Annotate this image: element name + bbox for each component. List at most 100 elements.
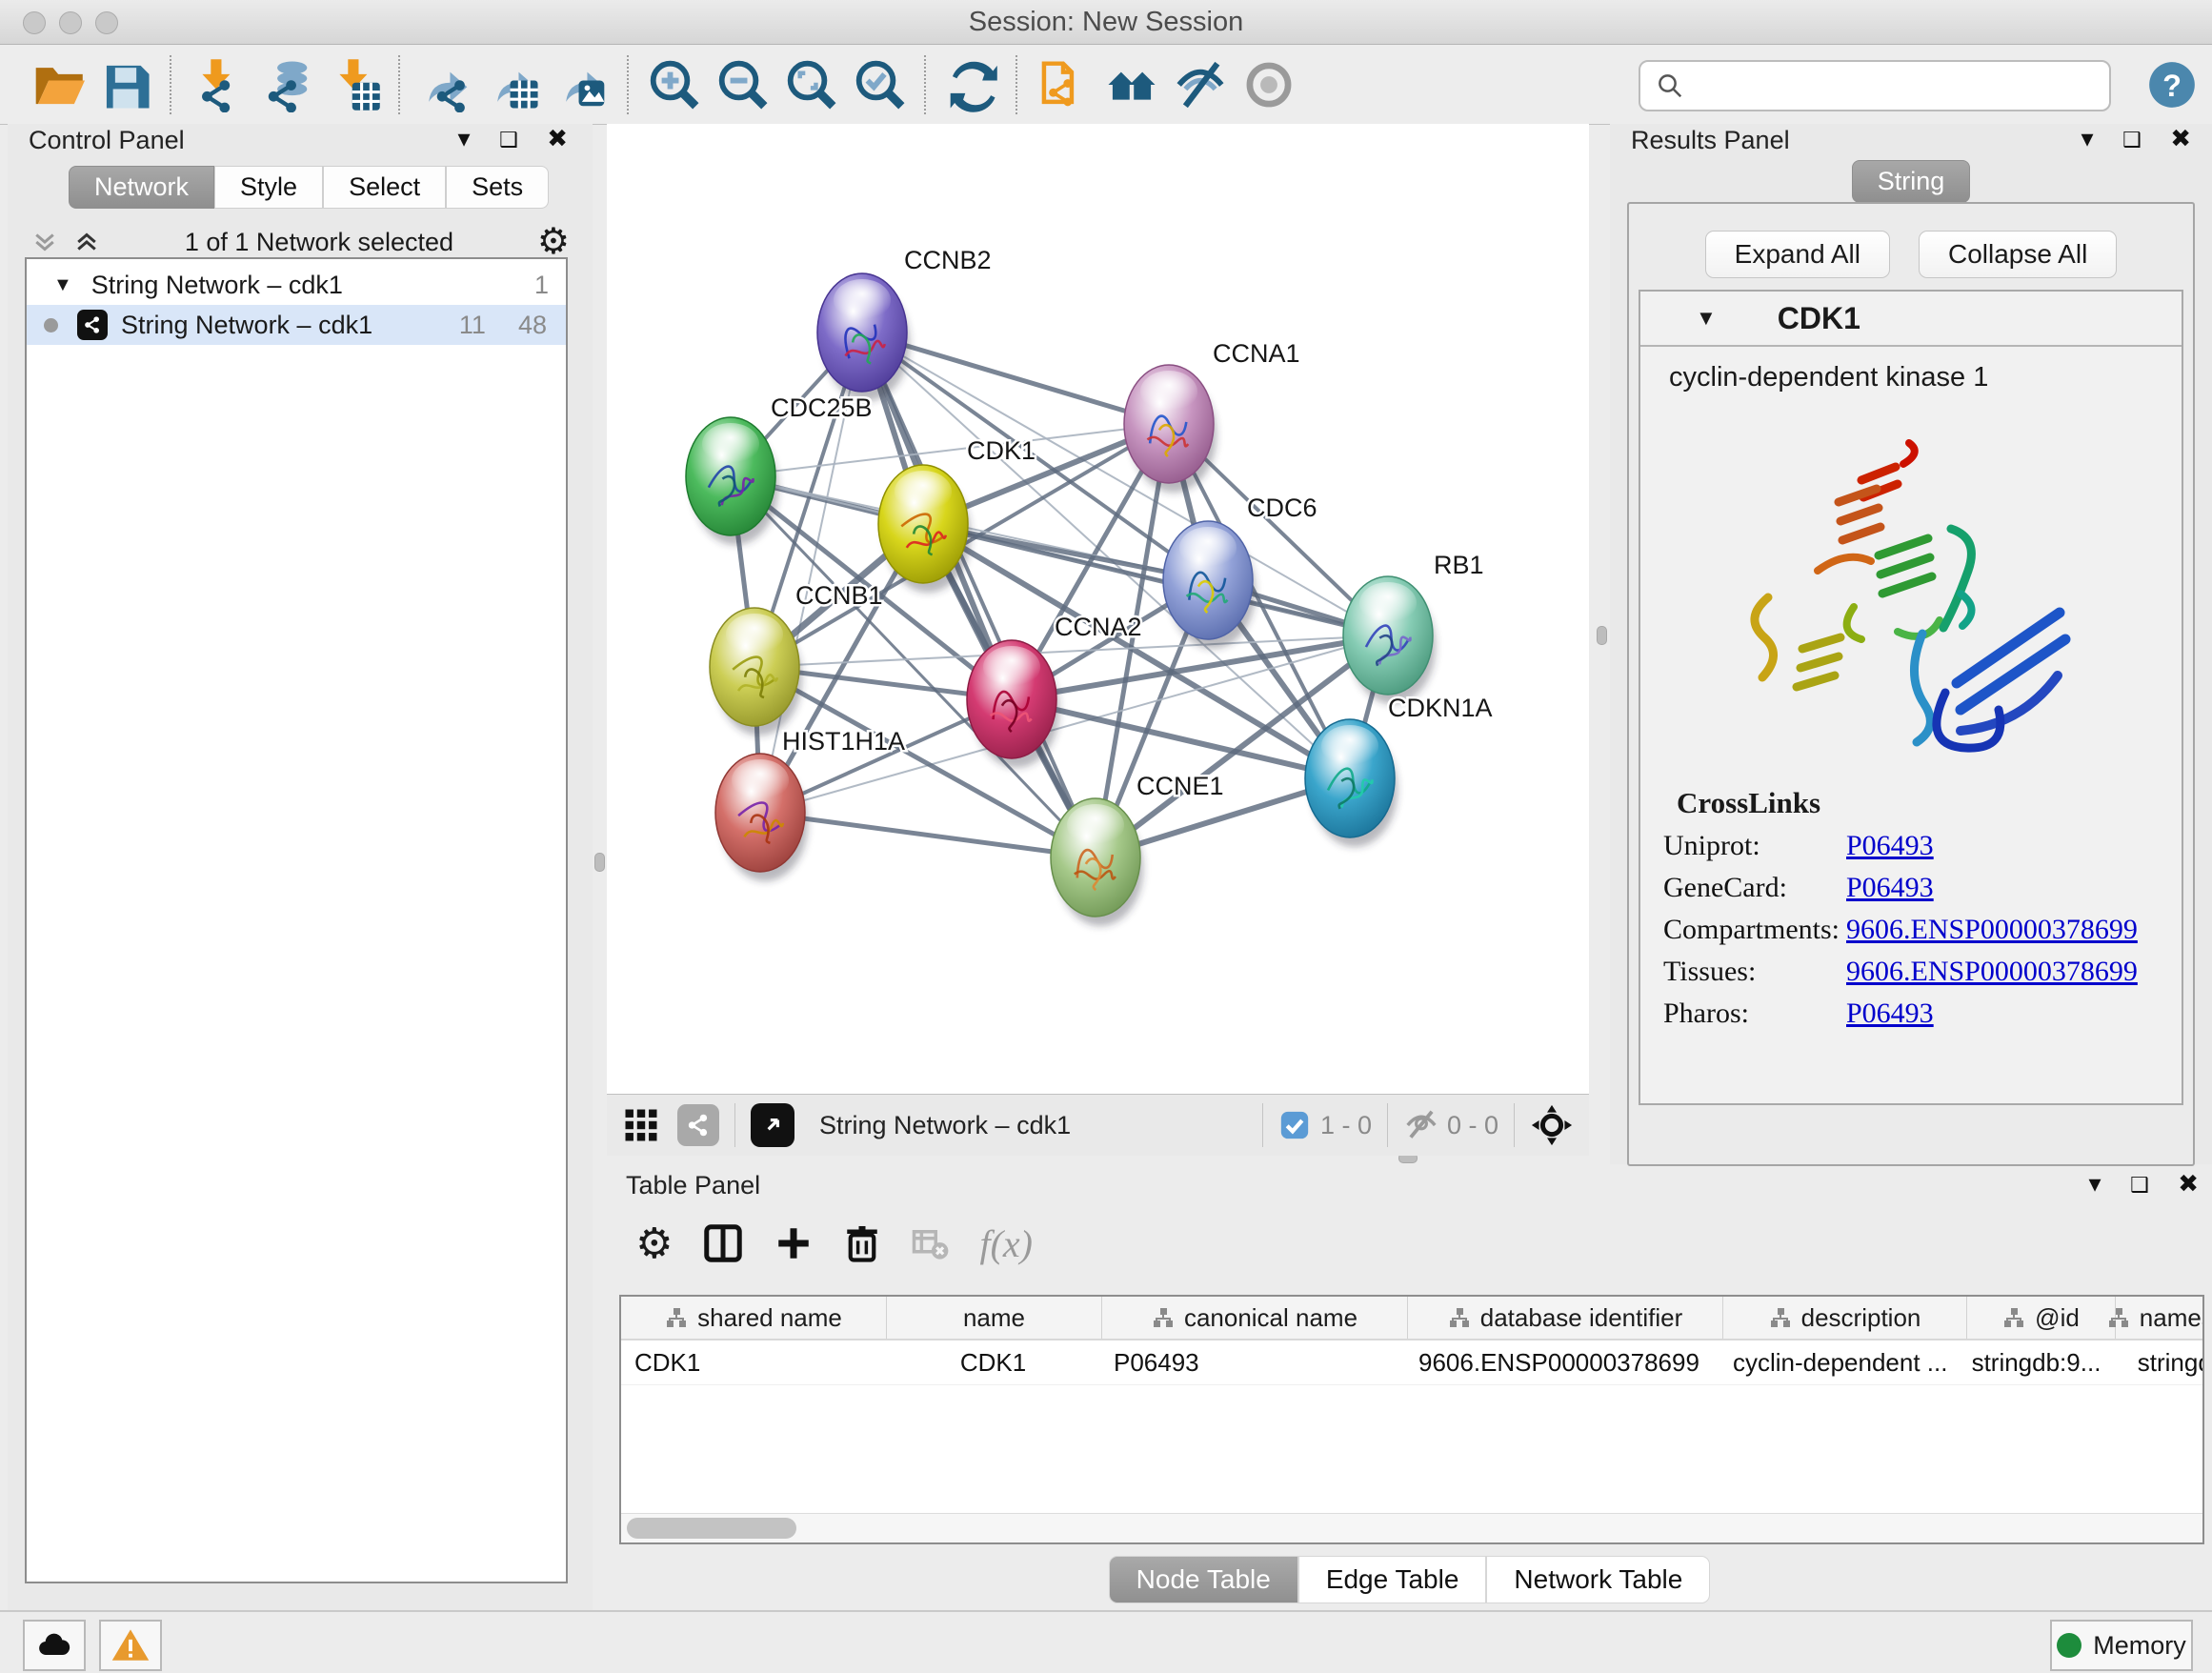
column-header-namespace[interactable]: namespace: [2116, 1297, 2204, 1339]
node-label-CCNA1: CCNA1: [1213, 339, 1300, 368]
crosslink-link[interactable]: 9606.ENSP00000378699: [1846, 914, 2138, 946]
table-horizontal-scrollbar[interactable]: [621, 1513, 2202, 1542]
collapse-all-icon[interactable]: [30, 228, 59, 256]
open-session-icon[interactable]: [23, 51, 91, 118]
window-controls[interactable]: [23, 11, 131, 39]
network-canvas[interactable]: CCNB2CCNA1CDC25BCDK1CDC6RB1CCNB1CCNA2CDK…: [607, 124, 1589, 1094]
search-input[interactable]: [1694, 71, 2109, 102]
tab-sets[interactable]: Sets: [446, 166, 549, 209]
close-panel-icon[interactable]: ✖: [2170, 124, 2191, 153]
section-expander-icon[interactable]: ▼: [1696, 306, 1717, 331]
node-CDKN1A[interactable]: CDKN1A: [1305, 694, 1493, 847]
minimize-window-button[interactable]: [59, 11, 82, 34]
tab-network-table[interactable]: Network Table: [1486, 1556, 1710, 1603]
panel-menu-icon[interactable]: ▾: [2089, 1169, 2101, 1199]
column-header-name[interactable]: name: [887, 1297, 1102, 1339]
node-CCNB1[interactable]: CCNB1: [710, 581, 883, 736]
cell-canonical-name[interactable]: P06493: [1100, 1340, 1405, 1384]
save-session-icon[interactable]: [91, 51, 160, 118]
zoom-in-icon[interactable]: [640, 51, 709, 118]
cell--id[interactable]: stringdb:9...: [1962, 1340, 2110, 1384]
crosslink-row: Compartments:9606.ENSP00000378699: [1663, 914, 2182, 946]
float-panel-icon[interactable]: ❑: [499, 128, 518, 152]
expand-all-button[interactable]: Expand All: [1705, 231, 1890, 278]
delete-column-icon[interactable]: [842, 1223, 882, 1263]
tab-edge-table[interactable]: Edge Table: [1298, 1556, 1487, 1603]
crosslink-link[interactable]: P06493: [1846, 830, 1934, 862]
grid-view-icon[interactable]: [620, 1104, 662, 1146]
node-CCNE1[interactable]: CCNE1: [1051, 772, 1224, 926]
center-view-icon[interactable]: [1530, 1103, 1574, 1147]
node-CCNA1[interactable]: CCNA1: [1124, 339, 1300, 493]
crosslink-link[interactable]: 9606.ENSP00000378699: [1846, 956, 2138, 988]
help-button[interactable]: ?: [2147, 60, 2197, 110]
cloud-button[interactable]: [23, 1620, 86, 1671]
new-network-from-selection-icon[interactable]: [1029, 51, 1097, 118]
import-network-file-icon[interactable]: [183, 51, 251, 118]
search-box[interactable]: [1639, 60, 2111, 111]
network-options-gear-icon[interactable]: ⚙: [537, 228, 570, 256]
panel-menu-icon[interactable]: ▾: [458, 124, 471, 153]
column-header-shared-name[interactable]: shared name: [621, 1297, 887, 1339]
export-table-icon[interactable]: [480, 51, 549, 118]
node-CDC6[interactable]: CDC6: [1163, 494, 1317, 649]
close-window-button[interactable]: [23, 11, 46, 34]
selected-checkbox-icon[interactable]: [1278, 1109, 1311, 1141]
expand-all-icon[interactable]: [72, 228, 101, 256]
node-HIST1H1A[interactable]: HIST1H1A: [715, 727, 905, 881]
float-panel-icon[interactable]: ❑: [2130, 1173, 2149, 1198]
node-CCNB2[interactable]: CCNB2: [817, 246, 992, 401]
share-view-icon[interactable]: [677, 1104, 719, 1146]
toolbar-separator: [924, 55, 928, 114]
cell-description[interactable]: cyclin-dependent ...: [1719, 1340, 1962, 1384]
import-network-database-icon[interactable]: [251, 51, 320, 118]
column-header--id[interactable]: @id: [1967, 1297, 2116, 1339]
table-row[interactable]: CDK1CDK1P064939606.ENSP00000378699cyclin…: [621, 1340, 2202, 1385]
refresh-view-icon[interactable]: [937, 51, 1006, 118]
show-all-icon[interactable]: [1235, 51, 1303, 118]
import-table-icon[interactable]: [320, 51, 389, 118]
zoom-fit-icon[interactable]: [777, 51, 846, 118]
export-image-icon[interactable]: [549, 51, 617, 118]
table-options-gear-icon[interactable]: ⚙: [635, 1219, 673, 1268]
column-header-canonical-name[interactable]: canonical name: [1102, 1297, 1408, 1339]
hide-selected-icon[interactable]: [1166, 51, 1235, 118]
add-column-icon[interactable]: [774, 1223, 814, 1263]
node-RB1[interactable]: RB1: [1343, 551, 1484, 704]
zoom-selected-icon[interactable]: [846, 51, 915, 118]
zoom-window-button[interactable]: [95, 11, 118, 34]
gene-section-header[interactable]: ▼ CDK1: [1640, 292, 2182, 347]
network-collection-row[interactable]: ▼ String Network – cdk1 1: [27, 265, 566, 305]
cell-database-identifier[interactable]: 9606.ENSP00000378699: [1405, 1340, 1719, 1384]
network-row[interactable]: String Network – cdk1 11 48: [27, 305, 566, 345]
column-header-database-identifier[interactable]: database identifier: [1408, 1297, 1723, 1339]
float-panel-icon[interactable]: ❑: [2122, 128, 2142, 152]
hidden-eye-icon[interactable]: [1403, 1107, 1439, 1143]
warnings-button[interactable]: [99, 1620, 162, 1671]
left-splitter-handle[interactable]: [594, 853, 605, 872]
node-CDC25B[interactable]: CDC25B: [686, 393, 873, 545]
export-network-icon[interactable]: [412, 51, 480, 118]
cell-name[interactable]: CDK1: [886, 1340, 1100, 1384]
panel-menu-icon[interactable]: ▾: [2081, 124, 2094, 153]
first-neighbors-icon[interactable]: [1097, 51, 1166, 118]
collapse-all-button[interactable]: Collapse All: [1919, 231, 2117, 278]
show-columns-icon[interactable]: [701, 1221, 745, 1265]
tab-string[interactable]: String: [1852, 160, 1971, 203]
birds-eye-view-icon[interactable]: [751, 1103, 794, 1147]
scrollbar-thumb[interactable]: [627, 1518, 796, 1539]
close-panel-icon[interactable]: ✖: [547, 124, 568, 153]
close-panel-icon[interactable]: ✖: [2178, 1169, 2199, 1199]
collection-expander-icon[interactable]: ▼: [53, 274, 72, 296]
column-header-description[interactable]: description: [1723, 1297, 1967, 1339]
cell-namespace[interactable]: stringdb: [2110, 1340, 2204, 1384]
tab-node-table[interactable]: Node Table: [1109, 1556, 1298, 1603]
tab-network[interactable]: Network: [69, 166, 214, 209]
tab-style[interactable]: Style: [214, 166, 323, 209]
tab-select[interactable]: Select: [323, 166, 446, 209]
crosslink-link[interactable]: P06493: [1846, 998, 1934, 1030]
zoom-out-icon[interactable]: [709, 51, 777, 118]
crosslink-link[interactable]: P06493: [1846, 872, 1934, 904]
cell-shared-name[interactable]: CDK1: [621, 1340, 886, 1384]
memory-button[interactable]: Memory: [2050, 1620, 2193, 1671]
